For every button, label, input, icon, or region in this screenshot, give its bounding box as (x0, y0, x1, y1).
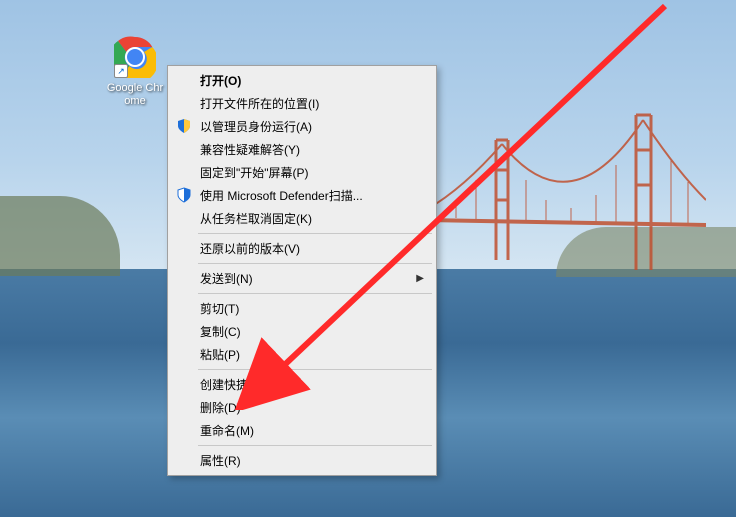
menu-item[interactable]: 以管理员身份运行(A) (170, 115, 434, 138)
menu-separator (198, 263, 432, 264)
desktop-icon-label: Google Chrome (106, 82, 164, 108)
menu-item-label: 剪切(T) (200, 300, 239, 317)
menu-item[interactable]: 使用 Microsoft Defender扫描... (170, 184, 434, 207)
menu-item-label: 还原以前的版本(V) (200, 240, 300, 257)
submenu-arrow-icon: ▶ (416, 273, 424, 284)
shortcut-overlay-icon: ↗ (114, 64, 128, 78)
menu-item[interactable]: 重命名(M) (170, 419, 434, 442)
menu-separator (198, 293, 432, 294)
menu-item-label: 属性(R) (200, 452, 241, 469)
menu-item-label: 打开文件所在的位置(I) (200, 95, 319, 112)
menu-item[interactable]: 固定到"开始"屏幕(P) (170, 161, 434, 184)
defender-icon (176, 187, 192, 203)
menu-item[interactable]: 发送到(N) ▶ (170, 267, 434, 290)
menu-item[interactable]: 还原以前的版本(V) (170, 237, 434, 260)
menu-item[interactable]: 从任务栏取消固定(K) (170, 207, 434, 230)
menu-item[interactable]: 兼容性疑难解答(Y) (170, 138, 434, 161)
context-menu: 打开(O) 打开文件所在的位置(I) 以管理员身份运行(A) 兼容性疑难解答(Y) 固定… (167, 65, 437, 476)
menu-item-label: 固定到"开始"屏幕(P) (200, 164, 309, 181)
menu-item-label: 复制(C) (200, 323, 241, 340)
menu-item[interactable]: 复制(C) (170, 320, 434, 343)
menu-item-label: 粘贴(P) (200, 346, 240, 363)
menu-separator (198, 369, 432, 370)
menu-item[interactable]: 打开文件所在的位置(I) (170, 92, 434, 115)
menu-item-label: 以管理员身份运行(A) (200, 118, 312, 135)
menu-item-label: 打开(O) (200, 72, 241, 89)
menu-item-label: 删除(D) (200, 399, 241, 416)
menu-item-label: 兼容性疑难解答(Y) (200, 141, 300, 158)
menu-item[interactable]: 粘贴(P) (170, 343, 434, 366)
menu-item-label: 使用 Microsoft Defender扫描... (200, 187, 363, 204)
menu-item-label: 发送到(N) (200, 270, 253, 287)
menu-item[interactable]: 创建快捷方式(S) (170, 373, 434, 396)
menu-item[interactable]: 删除(D) (170, 396, 434, 419)
menu-separator (198, 445, 432, 446)
menu-item[interactable]: 打开(O) (170, 69, 434, 92)
shield-icon (176, 118, 192, 134)
menu-item-label: 重命名(M) (200, 422, 254, 439)
desktop-icon-chrome[interactable]: ↗ Google Chrome (106, 36, 164, 108)
menu-item-label: 从任务栏取消固定(K) (200, 210, 312, 227)
chrome-icon: ↗ (114, 36, 156, 78)
menu-item-label: 创建快捷方式(S) (200, 376, 288, 393)
menu-item[interactable]: 剪切(T) (170, 297, 434, 320)
menu-item[interactable]: 属性(R) (170, 449, 434, 472)
menu-separator (198, 233, 432, 234)
desktop-background-hill-right (556, 227, 736, 277)
